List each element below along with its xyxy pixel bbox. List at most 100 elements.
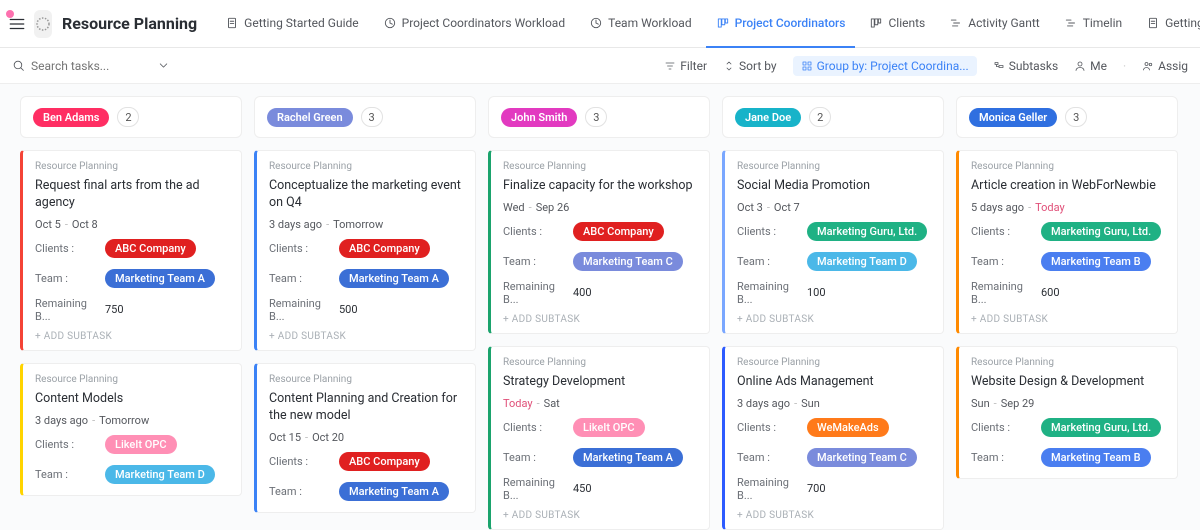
task-card[interactable]: Resource PlanningSocial Media PromotionO… [722,150,944,334]
subtasks-label: Subtasks [1009,59,1058,73]
team-tag[interactable]: Marketing Team D [105,465,215,484]
client-tag[interactable]: ABC Company [339,239,430,258]
card-breadcrumb: Resource Planning [737,161,931,172]
card-dates: Wed-Sep 26 [503,201,697,214]
team-tag[interactable]: Marketing Team A [339,269,449,288]
client-tag[interactable]: WeMakeAds [807,418,889,437]
add-subtask-button[interactable]: + ADD SUBTASK [971,314,1165,325]
card-title: Strategy Development [503,374,697,391]
team-label: Team : [503,255,563,268]
groupby-button[interactable]: Group by: Project Coordina... [793,56,977,76]
task-card[interactable]: Resource PlanningArticle creation in Web… [956,150,1178,334]
space-logo[interactable] [34,10,52,38]
add-subtask-button[interactable]: + ADD SUBTASK [737,510,931,521]
notification-dot [6,10,14,18]
view-tab-timelin[interactable]: Timelin [1054,0,1132,48]
card-breadcrumb: Resource Planning [35,161,229,172]
clients-row: Clients :Marketing Guru, Ltd. [971,416,1165,440]
task-card[interactable]: Resource PlanningRequest final arts from… [20,150,242,351]
add-subtask-button[interactable]: + ADD SUBTASK [269,331,463,342]
client-tag[interactable]: Marketing Guru, Ltd. [1041,418,1161,437]
view-tab-clients[interactable]: Clients [859,0,935,48]
team-label: Team : [35,272,95,285]
remaining-value: 750 [105,303,124,316]
client-tag[interactable]: LikeIt OPC [105,435,177,454]
column-rachel-green: Rachel Green3 Resource PlanningConceptual… [254,96,476,530]
team-tag[interactable]: Marketing Team A [339,482,449,501]
card-title: Content Planning and Creation for the ne… [269,391,463,425]
view-tab-getting-started-guide[interactable]: Getting Started Guide [1136,0,1200,48]
task-card[interactable]: Resource PlanningFinalize capacity for t… [488,150,710,334]
column-header[interactable]: Rachel Green3 [254,96,476,138]
view-tab-label: Project Coordinators [735,16,846,30]
view-tab-getting-started-guide[interactable]: Getting Started Guide [215,0,368,48]
task-card[interactable]: Resource PlanningContent Models3 days ag… [20,363,242,496]
column-header[interactable]: Monica Geller3 [956,96,1178,138]
team-row: Team :Marketing Team D [737,250,931,274]
team-row: Team :Marketing Team D [35,463,229,487]
subtasks-icon [993,60,1005,72]
remaining-value: 400 [573,286,592,299]
task-card[interactable]: Resource PlanningContent Planning and Cr… [254,363,476,513]
client-tag[interactable]: LikeIt OPC [573,418,645,437]
task-card[interactable]: Resource Planning Strategy Development Tod… [488,346,710,530]
sort-icon [723,60,735,72]
clients-row: Clients :LikeIt OPC [503,416,697,440]
task-card[interactable]: Resource PlanningOnline Ads Management3 … [722,346,944,530]
remaining-value: 100 [807,286,826,299]
card-breadcrumb: Resource Planning [503,357,697,368]
assignees-button[interactable]: Assig [1142,59,1188,73]
team-row: Team :Marketing Team A [503,446,697,470]
view-tab-project-coordinators-workload[interactable]: Project Coordinators Workload [373,0,575,48]
team-tag[interactable]: Marketing Team D [807,252,917,271]
menu-toggle[interactable] [8,12,26,36]
client-tag[interactable]: Marketing Guru, Ltd. [1041,222,1161,241]
view-tab-project-coordinators[interactable]: Project Coordinators [706,0,856,48]
view-tab-activity-gantt[interactable]: Activity Gantt [939,0,1049,48]
search-box[interactable] [12,59,192,73]
card-dates: Oct 5-Oct 8 [35,218,229,231]
remaining-row: Remaining B...700 [737,476,931,502]
sort-button[interactable]: Sort by [723,59,777,73]
team-tag[interactable]: Marketing Team B [1041,252,1151,271]
team-tag[interactable]: Marketing Team A [573,448,683,467]
clients-label: Clients : [35,438,95,451]
team-tag[interactable]: Marketing Team A [105,269,215,288]
clients-label: Clients : [737,421,797,434]
remaining-value: 700 [807,482,826,495]
add-subtask-button[interactable]: + ADD SUBTASK [503,510,697,521]
client-tag[interactable]: ABC Company [573,222,664,241]
chevron-down-icon[interactable] [157,59,170,72]
assignee-pill: Monica Geller [969,108,1057,127]
filter-button[interactable]: Filter [664,59,707,73]
card-title: Website Design & Development [971,374,1165,391]
team-label: Team : [737,451,797,464]
card-dates: 5 days ago-Today [971,201,1165,214]
search-input[interactable] [31,59,151,73]
client-tag[interactable]: ABC Company [105,239,196,258]
card-dates: Today-Sat [503,397,697,410]
subtasks-button[interactable]: Subtasks [993,59,1058,73]
client-tag[interactable]: Marketing Guru, Ltd. [807,222,927,241]
column-header[interactable]: Jane Doe2 [722,96,944,138]
team-tag[interactable]: Marketing Team C [573,252,683,271]
add-subtask-button[interactable]: + ADD SUBTASK [503,314,697,325]
add-subtask-button[interactable]: + ADD SUBTASK [737,314,931,325]
task-card[interactable]: Resource PlanningConceptualize the marke… [254,150,476,351]
team-tag[interactable]: Marketing Team B [1041,448,1151,467]
remaining-value: 500 [339,303,358,316]
add-subtask-button[interactable]: + ADD SUBTASK [35,331,229,342]
me-button[interactable]: Me [1074,59,1107,73]
view-tab-team-workload[interactable]: Team Workload [579,0,701,48]
client-tag[interactable]: ABC Company [339,452,430,471]
topbar: Resource Planning Getting Started GuideP… [0,0,1200,48]
team-tag[interactable]: Marketing Team C [807,448,917,467]
column-header[interactable]: Ben Adams2 [20,96,242,138]
card-breadcrumb: Resource Planning [971,161,1165,172]
toolbar-separator: · [1123,59,1126,73]
card-dates: 3 days ago-Tomorrow [35,414,229,427]
column-count: 2 [117,107,139,127]
task-card[interactable]: Resource PlanningWebsite Design & Develo… [956,346,1178,479]
card-dates: 3 days ago-Sun [737,397,931,410]
column-header[interactable]: John Smith3 [488,96,710,138]
